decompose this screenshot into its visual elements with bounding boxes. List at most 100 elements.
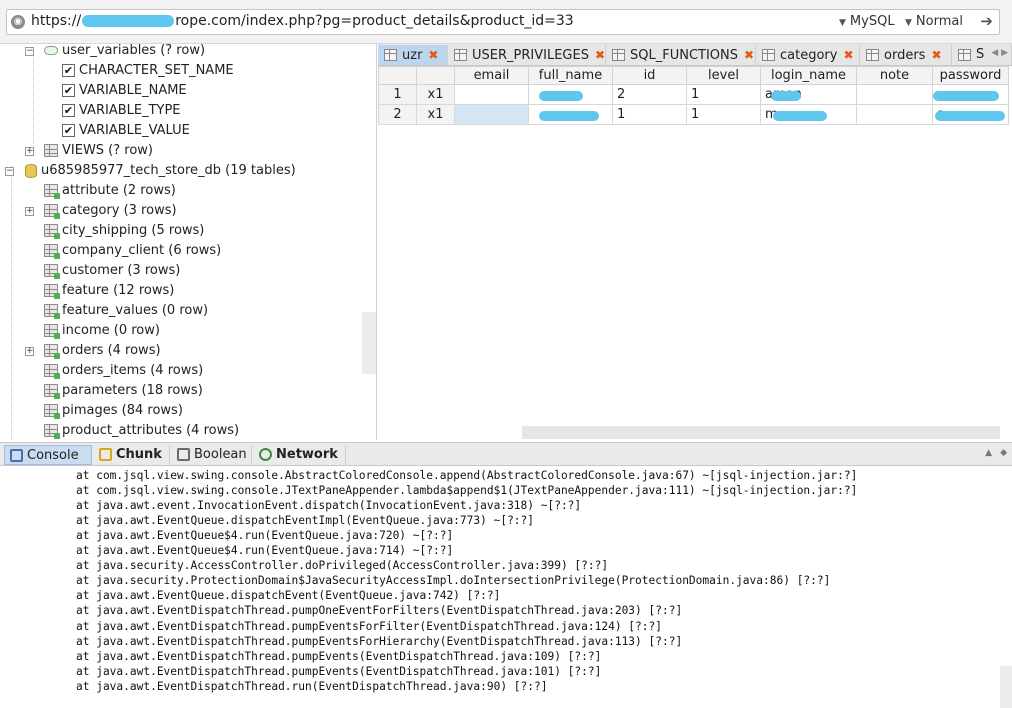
close-icon[interactable]: ✖ bbox=[931, 48, 941, 62]
table-icon bbox=[44, 144, 58, 157]
database-type-select[interactable]: ▼ MySQL bbox=[839, 14, 895, 29]
variable-icon bbox=[44, 46, 58, 55]
tree-item-label: product_attributes (4 rows) bbox=[62, 423, 240, 438]
table-row[interactable]: 1x121amon bbox=[378, 84, 1009, 105]
cell-login-name[interactable]: m bbox=[760, 104, 857, 125]
table-icon bbox=[612, 49, 625, 61]
tree-item-content: parameters (18 rows) bbox=[44, 381, 203, 401]
redaction-mark bbox=[771, 91, 801, 101]
cell-full-name[interactable] bbox=[528, 104, 613, 125]
bottom-tab-chunk[interactable]: Chunk bbox=[94, 445, 170, 465]
close-icon[interactable]: ✖ bbox=[744, 48, 754, 62]
checkbox-icon[interactable]: ✔ bbox=[62, 84, 75, 97]
url-input[interactable]: ◉ https:// rope.com/index.php?pg=product_… bbox=[6, 9, 1000, 35]
cell-level[interactable]: 1 bbox=[686, 104, 761, 125]
row-number: 1 bbox=[378, 84, 417, 105]
result-table: email full_name id level login_name note passw… bbox=[378, 66, 1009, 125]
tree-item-label: user_variables (? row) bbox=[62, 44, 206, 58]
column-header-login-name[interactable]: login_name bbox=[760, 66, 857, 85]
expand-icon[interactable]: + bbox=[25, 147, 34, 156]
checkbox-icon[interactable]: ✔ bbox=[62, 124, 75, 137]
cell-id[interactable]: 1 bbox=[612, 104, 687, 125]
maximize-panel-icon[interactable]: ◆ bbox=[1000, 448, 1007, 458]
tab-3[interactable]: SQL_FUNCTIONS ✖ bbox=[606, 45, 756, 65]
cell-password[interactable] bbox=[932, 84, 1009, 105]
database-icon bbox=[25, 163, 37, 178]
boolean-icon bbox=[177, 448, 190, 461]
table-icon bbox=[44, 264, 60, 279]
tree-item-content: ✔ CHARACTER_SET_NAME bbox=[62, 61, 234, 81]
cell-note[interactable] bbox=[856, 84, 933, 105]
bottom-tab-boolean[interactable]: Boolean bbox=[172, 445, 252, 465]
console-line: at java.awt.EventQueue.dispatchEventImpl… bbox=[76, 514, 535, 528]
tree-scrollbar[interactable] bbox=[362, 312, 376, 374]
table-icon bbox=[958, 49, 971, 61]
console-scrollbar[interactable] bbox=[1000, 666, 1012, 708]
column-header-full-name[interactable]: full_name bbox=[528, 66, 613, 85]
expand-icon[interactable]: + bbox=[25, 207, 34, 216]
bottom-tab-network[interactable]: Network bbox=[254, 445, 346, 465]
bottom-panel-tabs: ▲ ◆ Console Chunk Boolean Network bbox=[0, 442, 1012, 466]
tree-item-label: pimages (84 rows) bbox=[62, 403, 183, 418]
table-icon bbox=[44, 204, 60, 219]
arrow-right-icon[interactable]: ➔ bbox=[980, 12, 993, 30]
redaction-mark bbox=[773, 111, 827, 121]
result-grid: email full_name id level login_name note passw… bbox=[378, 66, 1012, 440]
row-marker: x1 bbox=[416, 104, 455, 125]
redaction-mark bbox=[539, 91, 583, 101]
console-line: at java.awt.EventQueue$4.run(EventQueue.… bbox=[76, 529, 454, 543]
redaction-mark bbox=[935, 111, 1005, 121]
checkbox-icon[interactable]: ✔ bbox=[62, 104, 75, 117]
cell-level[interactable]: 1 bbox=[686, 84, 761, 105]
collapse-icon[interactable]: − bbox=[5, 167, 14, 176]
chunk-icon bbox=[99, 448, 112, 461]
database-type-value: MySQL bbox=[849, 14, 895, 29]
cell-id[interactable]: 2 bbox=[612, 84, 687, 105]
cell-email[interactable] bbox=[454, 104, 529, 125]
strategy-select[interactable]: ▼ Normal bbox=[905, 14, 963, 29]
table-icon bbox=[44, 424, 60, 439]
grid-horizontal-scrollbar[interactable] bbox=[522, 426, 1000, 439]
console-line: at java.awt.EventQueue$4.run(EventQueue.… bbox=[76, 544, 454, 558]
bottom-tab-console[interactable]: Console bbox=[4, 445, 92, 465]
url-prefix: https:// bbox=[31, 13, 82, 29]
minimize-panel-icon[interactable]: ▲ bbox=[985, 448, 992, 458]
tree-item-label: feature_values (0 row) bbox=[62, 303, 209, 318]
column-header-id[interactable]: id bbox=[612, 66, 687, 85]
tab-1[interactable]: uzr ✖ bbox=[378, 45, 448, 65]
network-icon bbox=[259, 448, 272, 461]
table-row[interactable]: 2x1 1 1 m a bbox=[378, 104, 1009, 125]
column-header-level[interactable]: level bbox=[686, 66, 761, 85]
console-line: at java.security.AccessController.doPriv… bbox=[76, 559, 609, 573]
url-text: https:// rope.com/index.php?pg=product_de… bbox=[31, 13, 574, 29]
table-icon bbox=[44, 244, 60, 259]
url-suffix: rope.com/index.php?pg=product_details&pr… bbox=[175, 13, 574, 29]
cell-login-name[interactable]: amon bbox=[760, 84, 857, 105]
tab-label: SQL_FUNCTIONS bbox=[630, 48, 739, 63]
expand-icon[interactable]: + bbox=[25, 347, 34, 356]
console-line: at java.awt.EventQueue.dispatchEvent(Eve… bbox=[76, 589, 501, 603]
checkbox-icon[interactable]: ✔ bbox=[62, 64, 75, 77]
tree-item-label: company_client (6 rows) bbox=[62, 243, 222, 258]
tab-4[interactable]: category ✖ bbox=[756, 45, 860, 65]
globe-icon: ◉ bbox=[11, 15, 25, 29]
tree-item-content: user_variables (? row) bbox=[44, 44, 205, 61]
cell-password[interactable]: a bbox=[932, 104, 1009, 125]
close-icon[interactable]: ✖ bbox=[843, 48, 853, 62]
console-line: at java.awt.EventDispatchThread.pumpEven… bbox=[76, 664, 602, 678]
close-icon[interactable]: ✖ bbox=[428, 48, 438, 62]
collapse-icon[interactable]: − bbox=[25, 47, 34, 56]
column-header-note[interactable]: note bbox=[856, 66, 933, 85]
cell-note[interactable] bbox=[856, 104, 933, 125]
console-output: at com.jsql.view.swing.console.AbstractC… bbox=[0, 466, 1012, 708]
column-header-email[interactable]: email bbox=[454, 66, 529, 85]
tab-2[interactable]: USER_PRIVILEGES ✖ bbox=[448, 45, 606, 65]
column-header-password[interactable]: password bbox=[932, 66, 1009, 85]
table-icon bbox=[44, 224, 60, 239]
close-icon[interactable]: ✖ bbox=[595, 48, 605, 62]
tab-5[interactable]: orders ✖ bbox=[860, 45, 952, 65]
cell-full-name[interactable] bbox=[528, 84, 613, 105]
tab-scroll-arrows[interactable]: ◀ ▶ bbox=[991, 48, 1008, 58]
tree-item-content: income (0 row) bbox=[44, 321, 160, 341]
cell-email[interactable] bbox=[454, 84, 529, 105]
